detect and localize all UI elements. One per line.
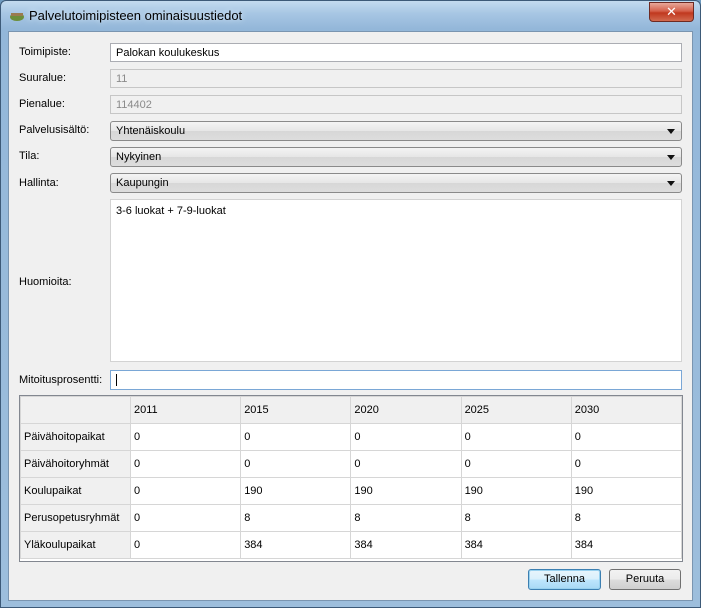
text-caret [116,374,117,386]
hallinta-value: Kaupungin [116,177,169,189]
table-cell[interactable]: 0 [129,423,242,451]
table-cell[interactable]: 0 [129,504,242,532]
toimipiste-label: Toimipiste: [19,46,71,58]
row-header[interactable]: Koulupaikat [20,477,131,505]
app-icon [10,13,24,21]
table-cell[interactable]: 0 [240,423,352,451]
table-cell[interactable]: 0 [350,450,462,478]
table-cell[interactable]: 384 [570,531,683,559]
table-cell[interactable]: 190 [240,477,352,505]
palvelusisalto-select[interactable]: Yhtenäiskoulu [110,121,682,141]
table-cell[interactable]: 0 [460,423,572,451]
column-header[interactable]: 2011 [129,396,242,424]
table-cell[interactable]: 0 [570,423,683,451]
pienalue-input: 114402 [110,95,682,114]
table-cell[interactable]: 0 [129,450,242,478]
table-cell[interactable]: 384 [240,531,352,559]
row-header[interactable]: Päivähoitoryhmät [20,450,131,478]
tila-select[interactable]: Nykyinen [110,147,682,167]
chevron-down-icon [667,155,675,160]
table-cell[interactable]: 8 [460,504,572,532]
suuralue-input: 11 [110,69,682,88]
mitoitus-label: Mitoitusprosentti: [19,374,103,386]
table-row: Yläkoulupaikat 0 384 384 384 384 [20,531,683,559]
table-cell[interactable]: 190 [570,477,683,505]
table-cell[interactable]: 0 [570,450,683,478]
column-header[interactable]: 2030 [570,396,683,424]
table-row: Koulupaikat 0 190 190 190 190 [20,477,683,505]
close-button[interactable]: ✕ [649,2,694,22]
hallinta-label: Hallinta: [19,177,59,189]
table-cell[interactable]: 8 [570,504,683,532]
hallinta-select[interactable]: Kaupungin [110,173,682,193]
table-row: Päivähoitoryhmät 0 0 0 0 0 [20,450,683,478]
table-cell[interactable]: 384 [460,531,572,559]
suuralue-label: Suuralue: [19,72,67,84]
row-header[interactable]: Yläkoulupaikat [20,531,131,559]
tila-value: Nykyinen [116,151,162,163]
table-cell[interactable]: 8 [240,504,352,532]
table-cell[interactable]: 190 [350,477,462,505]
cancel-button[interactable]: Peruuta [609,569,681,590]
table-corner [20,396,131,424]
palvelusisalto-value: Yhtenäiskoulu [116,125,186,137]
dialog-window: Palvelutoimipisteen ominaisuustiedot ✕ T… [0,0,701,608]
palvelusisalto-label: Palvelusisältö: [19,124,90,136]
close-icon: ✕ [666,4,677,19]
pienalue-label: Pienalue: [19,98,65,110]
window-title: Palvelutoimipisteen ominaisuustiedot [29,8,243,23]
chevron-down-icon [667,181,675,186]
huomioita-textarea[interactable]: 3-6 luokat + 7-9-luokat [110,199,682,362]
table-cell[interactable]: 0 [460,450,572,478]
row-header[interactable]: Perusopetusryhmät [20,504,131,532]
table-cell[interactable]: 0 [129,531,242,559]
table-cell[interactable]: 8 [350,504,462,532]
table-row: Päivähoitopaikat 0 0 0 0 0 [20,423,683,451]
tila-label: Tila: [19,150,40,162]
capacity-grid: 2011 2015 2020 2025 2030 Päivähoitopaika… [20,396,683,559]
title-bar[interactable]: Palvelutoimipisteen ominaisuustiedot ✕ [1,1,700,31]
column-header[interactable]: 2015 [240,396,352,424]
save-button[interactable]: Tallenna [528,569,601,590]
column-header[interactable]: 2025 [460,396,572,424]
capacity-table[interactable]: 2011 2015 2020 2025 2030 Päivähoitopaika… [19,395,683,562]
table-header-row: 2011 2015 2020 2025 2030 [20,396,683,424]
dialog-client: Toimipiste: Palokan koulukeskus Suuralue… [8,31,693,601]
huomioita-label: Huomioita: [19,276,72,288]
table-cell[interactable]: 0 [350,423,462,451]
table-row: Perusopetusryhmät 0 8 8 8 8 [20,504,683,532]
table-cell[interactable]: 190 [460,477,572,505]
mitoitus-input[interactable] [110,370,682,390]
table-cell[interactable]: 0 [129,477,242,505]
table-cell[interactable]: 384 [350,531,462,559]
column-header[interactable]: 2020 [350,396,462,424]
row-header[interactable]: Päivähoitopaikat [20,423,131,451]
chevron-down-icon [667,129,675,134]
table-cell[interactable]: 0 [240,450,352,478]
toimipiste-input[interactable]: Palokan koulukeskus [110,43,682,62]
